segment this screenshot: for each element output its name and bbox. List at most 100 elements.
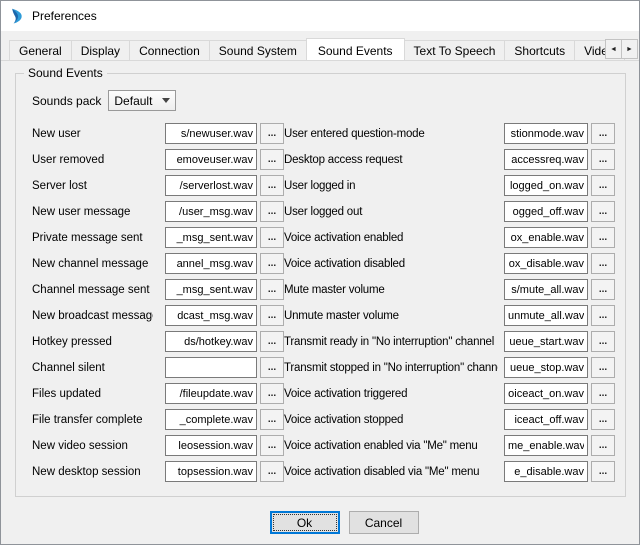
sound-file-input[interactable] <box>504 409 588 430</box>
sound-event-row: New user ... <box>32 123 284 144</box>
sound-event-row: Voice activation stopped ... <box>284 409 615 430</box>
sound-file-input[interactable] <box>165 227 257 248</box>
sound-file-input[interactable] <box>165 383 257 404</box>
sound-file-input[interactable] <box>165 331 257 352</box>
sound-event-label: Transmit stopped in "No interruption" ch… <box>284 362 498 374</box>
sound-file-input[interactable] <box>504 357 588 378</box>
browse-button[interactable]: ... <box>260 123 284 144</box>
browse-button[interactable]: ... <box>591 227 615 248</box>
tab[interactable]: Connection <box>129 40 210 60</box>
tab[interactable]: Text To Speech <box>404 40 506 60</box>
sound-file-input[interactable] <box>504 149 588 170</box>
browse-button[interactable]: ... <box>260 331 284 352</box>
tab[interactable]: General <box>9 40 72 60</box>
browse-button[interactable]: ... <box>591 149 615 170</box>
tab[interactable]: Shortcuts <box>504 40 575 60</box>
titlebar[interactable]: Preferences <box>1 1 639 31</box>
sound-event-row: Transmit ready in "No interruption" chan… <box>284 331 615 352</box>
sound-event-label: User entered question-mode <box>284 128 498 140</box>
sound-file-input[interactable] <box>504 227 588 248</box>
sound-event-label: Voice activation enabled via "Me" menu <box>284 440 498 452</box>
browse-button[interactable]: ... <box>260 357 284 378</box>
app-icon <box>9 8 25 24</box>
browse-button[interactable]: ... <box>591 357 615 378</box>
sounds-pack-select[interactable]: Default <box>108 90 176 111</box>
sound-event-row: New channel message ... <box>32 253 284 274</box>
sound-event-label: User logged in <box>284 180 498 192</box>
arrow-right-icon: ► <box>626 46 633 53</box>
sound-event-row: Files updated ... <box>32 383 284 404</box>
browse-button[interactable]: ... <box>260 383 284 404</box>
sound-event-column-right: User entered question-mode ... Desktop a… <box>284 123 615 487</box>
browse-button[interactable]: ... <box>591 409 615 430</box>
sound-file-input[interactable] <box>165 253 257 274</box>
sound-event-label: New user <box>32 128 153 140</box>
tab[interactable]: Sound System <box>209 40 307 60</box>
sound-file-input[interactable] <box>504 279 588 300</box>
browse-button[interactable]: ... <box>591 461 615 482</box>
sound-file-input[interactable] <box>504 175 588 196</box>
groupbox-legend: Sound Events <box>24 66 107 80</box>
sound-file-input[interactable] <box>165 201 257 222</box>
sound-file-input[interactable] <box>504 253 588 274</box>
sound-event-label: Hotkey pressed <box>32 336 153 348</box>
sound-file-input[interactable] <box>165 435 257 456</box>
browse-button[interactable]: ... <box>591 331 615 352</box>
sound-file-input[interactable] <box>504 461 588 482</box>
browse-button[interactable]: ... <box>260 227 284 248</box>
dialog-buttons: Ok Cancel <box>1 511 639 534</box>
sound-event-label: Channel message sent <box>32 284 153 296</box>
browse-button[interactable]: ... <box>591 383 615 404</box>
sound-file-input[interactable] <box>504 331 588 352</box>
sounds-pack-row: Sounds pack Default <box>32 90 615 111</box>
sound-file-input[interactable] <box>504 435 588 456</box>
sound-event-row: Voice activation triggered ... <box>284 383 615 404</box>
browse-button[interactable]: ... <box>591 175 615 196</box>
sound-file-input[interactable] <box>165 279 257 300</box>
browse-button[interactable]: ... <box>260 149 284 170</box>
browse-button[interactable]: ... <box>591 201 615 222</box>
browse-button[interactable]: ... <box>260 253 284 274</box>
sound-file-input[interactable] <box>165 123 257 144</box>
browse-button[interactable]: ... <box>260 461 284 482</box>
tab[interactable]: Display <box>71 40 130 60</box>
sound-file-input[interactable] <box>504 305 588 326</box>
browse-button[interactable]: ... <box>260 305 284 326</box>
sound-file-input[interactable] <box>165 461 257 482</box>
sound-file-input[interactable] <box>165 149 257 170</box>
sound-event-row: New user message ... <box>32 201 284 222</box>
browse-button[interactable]: ... <box>591 305 615 326</box>
browse-button[interactable]: ... <box>260 175 284 196</box>
browse-button[interactable]: ... <box>591 279 615 300</box>
cancel-button[interactable]: Cancel <box>349 511 419 534</box>
browse-button[interactable]: ... <box>260 279 284 300</box>
sound-event-label: Files updated <box>32 388 153 400</box>
browse-button[interactable]: ... <box>260 435 284 456</box>
sound-event-row: User removed ... <box>32 149 284 170</box>
sound-event-row: Private message sent ... <box>32 227 284 248</box>
browse-button[interactable]: ... <box>591 253 615 274</box>
sound-event-label: Voice activation triggered <box>284 388 498 400</box>
sound-file-input[interactable] <box>504 383 588 404</box>
sound-event-label: Desktop access request <box>284 154 498 166</box>
browse-button[interactable]: ... <box>260 201 284 222</box>
sound-file-input[interactable] <box>165 357 257 378</box>
sound-file-input[interactable] <box>165 409 257 430</box>
sound-event-label: User removed <box>32 154 153 166</box>
sound-file-input[interactable] <box>165 175 257 196</box>
ok-button[interactable]: Ok <box>270 511 340 534</box>
browse-button[interactable]: ... <box>591 435 615 456</box>
sound-event-row: Voice activation enabled via "Me" menu .… <box>284 435 615 456</box>
sound-event-label: User logged out <box>284 206 498 218</box>
tab-scroll: ◄ ► <box>605 39 638 59</box>
tab-scroll-left-button[interactable]: ◄ <box>605 39 622 59</box>
sound-event-row: New desktop session ... <box>32 461 284 482</box>
browse-button[interactable]: ... <box>591 123 615 144</box>
tab[interactable]: Sound Events <box>306 38 405 61</box>
browse-button[interactable]: ... <box>260 409 284 430</box>
sound-file-input[interactable] <box>165 305 257 326</box>
sound-file-input[interactable] <box>504 123 588 144</box>
sound-event-row: Unmute master volume ... <box>284 305 615 326</box>
sound-file-input[interactable] <box>504 201 588 222</box>
tab-scroll-right-button[interactable]: ► <box>621 39 638 59</box>
